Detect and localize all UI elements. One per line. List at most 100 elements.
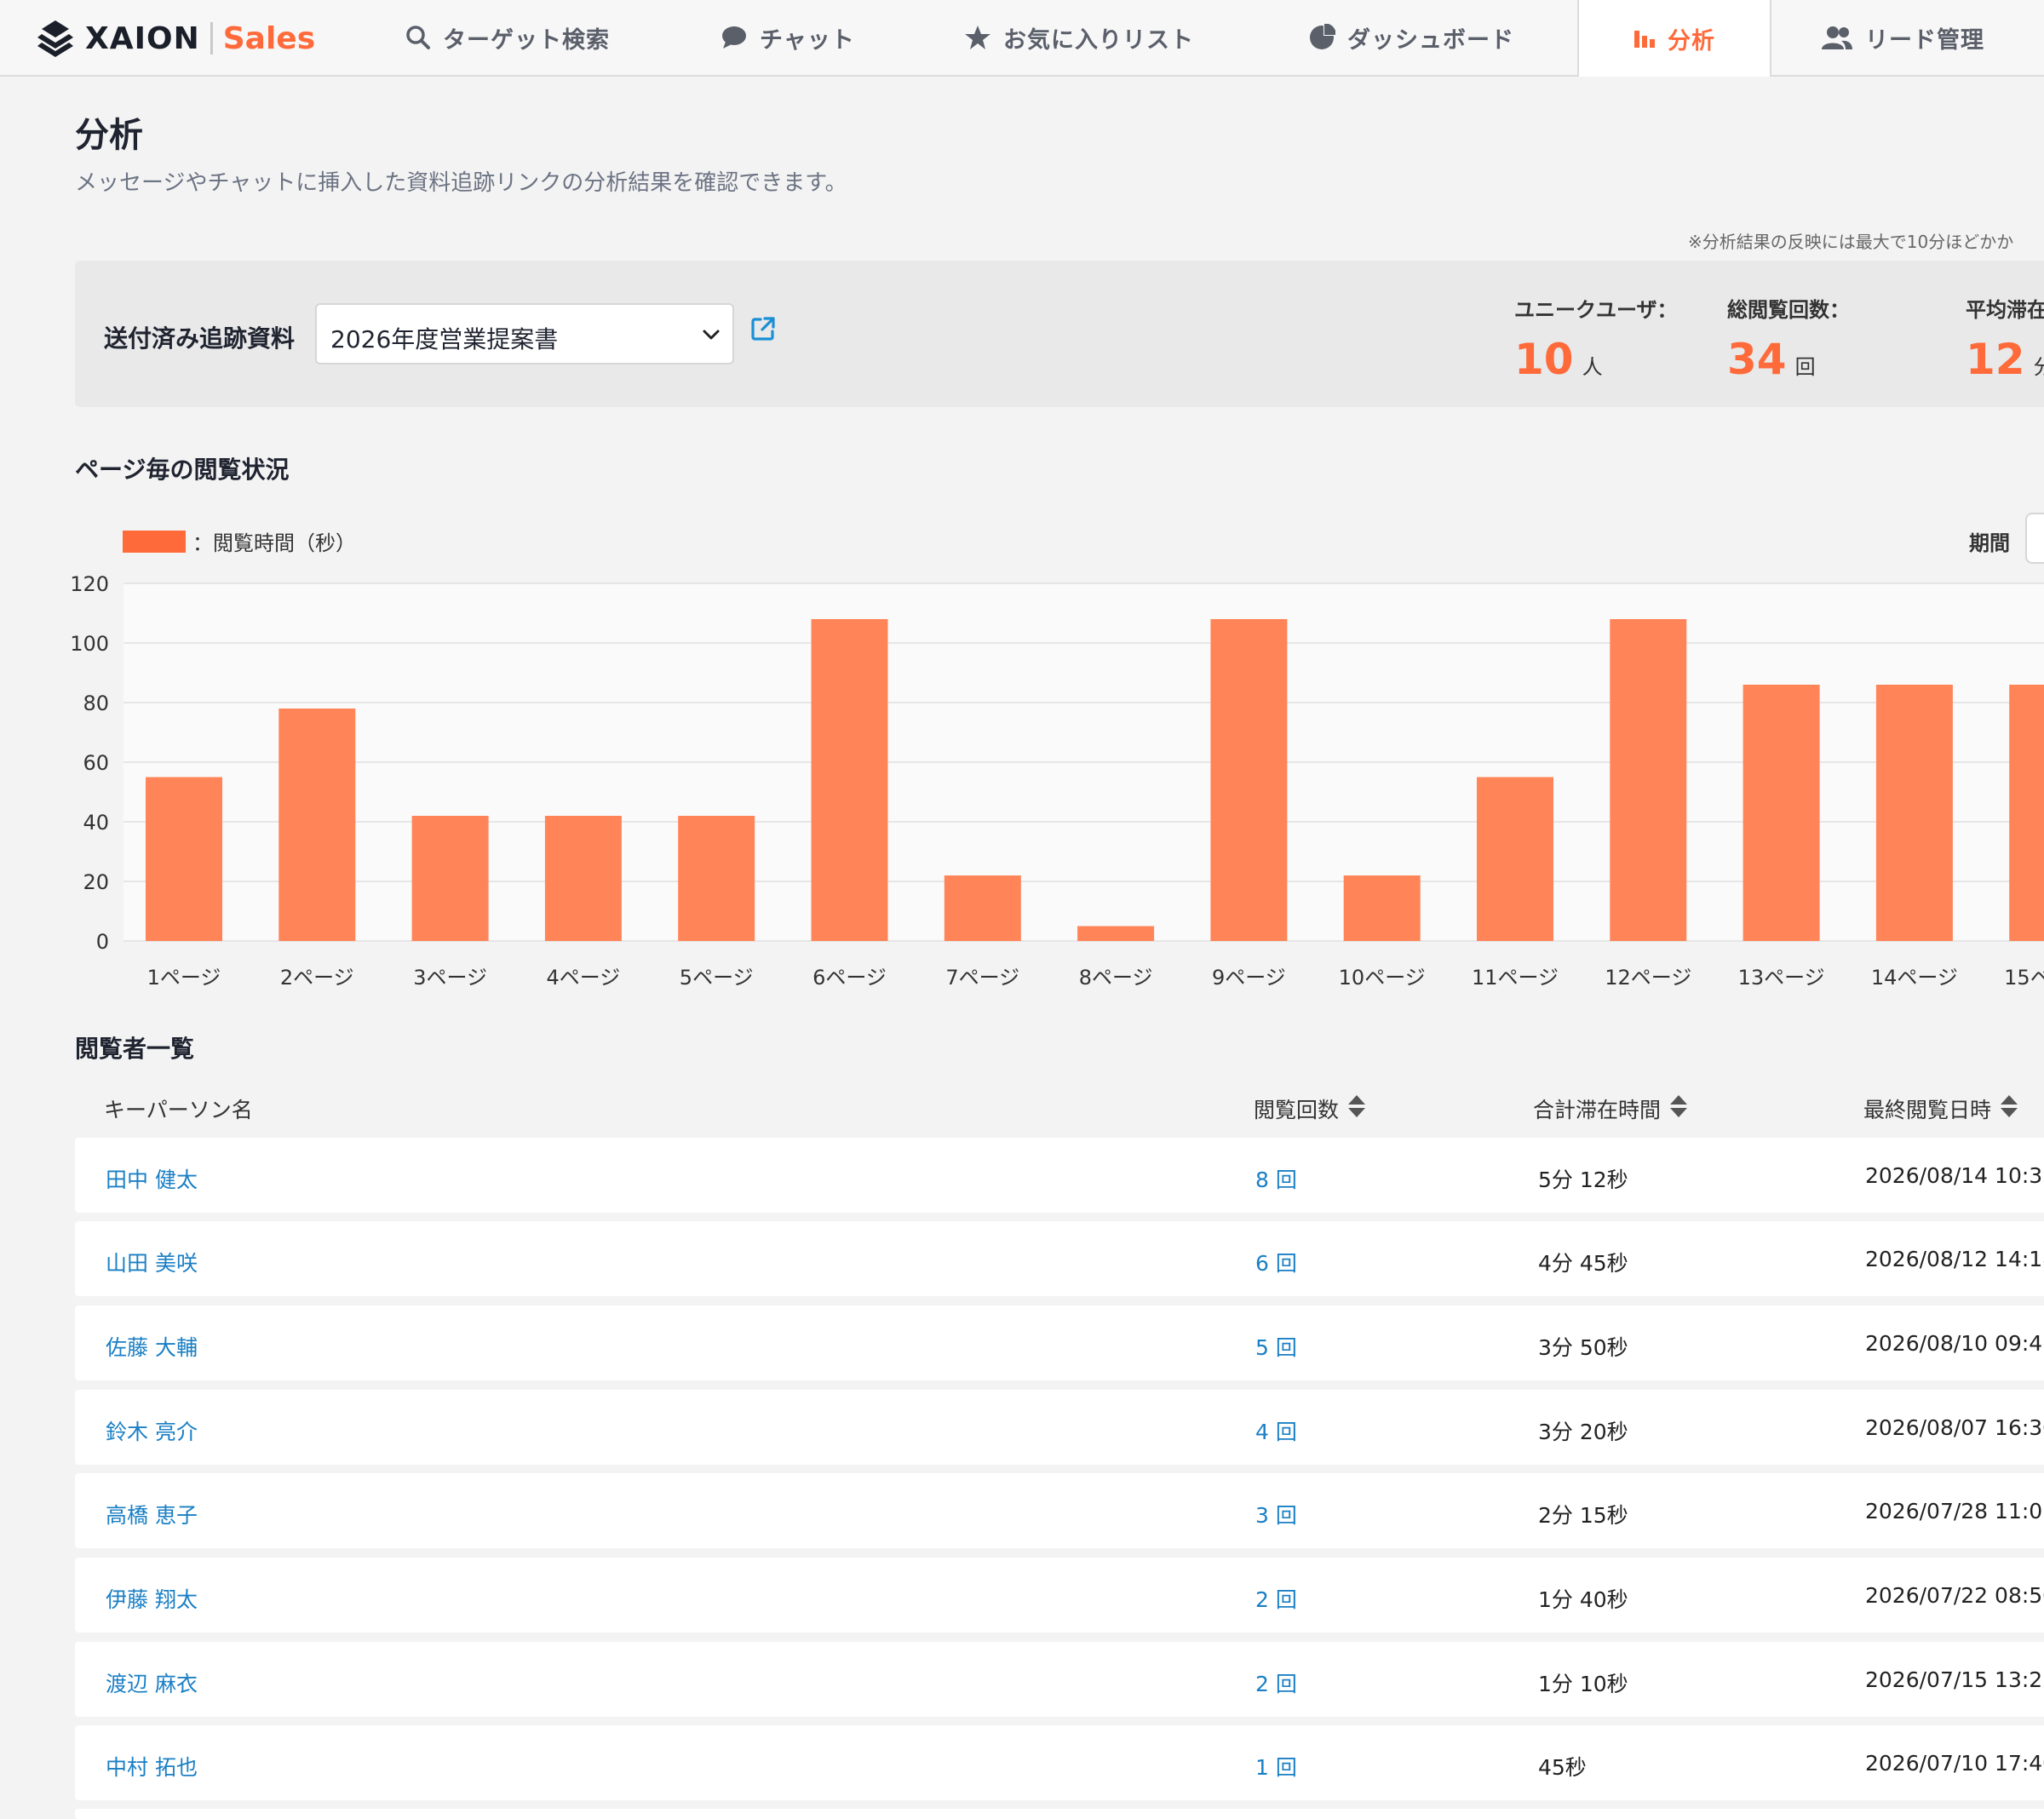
stat-value: 12 xyxy=(1966,335,2025,384)
column-header-label: キーパーソン名 xyxy=(104,1098,253,1122)
view-count-link[interactable]: 2 回 xyxy=(1255,1583,1297,1614)
stat-unit: 人 xyxy=(1582,355,1603,379)
nav-chat[interactable]: チャット xyxy=(721,0,855,75)
stat-value: 34 xyxy=(1727,335,1787,384)
page-view-bar-chart: 0 20 40 60 80 100 120 1ページ 2ページ 3ページ 4ページ 5ページ 6ページ… xyxy=(70,572,2044,990)
bar[interactable] xyxy=(1875,685,1953,941)
nav-label: ダッシュボード xyxy=(1347,26,1514,54)
total-duration: 1分 40秒 xyxy=(1538,1587,1628,1612)
bar[interactable] xyxy=(146,777,222,942)
table-row[interactable]: 鈴木 亮介 4 回 3分 20秒 2026/08/07 16:30 xyxy=(75,1390,2044,1465)
stat-value: 10 xyxy=(1514,335,1574,384)
total-duration: 1分 10秒 xyxy=(1538,1672,1628,1696)
bar[interactable] xyxy=(1743,685,1820,941)
bar[interactable] xyxy=(1077,926,1155,942)
total-duration: 45秒 xyxy=(1538,1755,1587,1780)
sort-icon[interactable] xyxy=(2000,1094,2018,1123)
viewer-name-link[interactable]: 渡辺 麻衣 xyxy=(106,1667,198,1698)
viewers-section-title: 閲覧者一覧 xyxy=(75,1035,195,1063)
viewer-name-link[interactable]: 高橋 恵子 xyxy=(106,1499,198,1529)
x-tick-label: 13ページ xyxy=(1738,966,1825,990)
y-tick-label: 80 xyxy=(83,691,109,715)
chart-legend: ：閲覧時間（秒） xyxy=(123,526,356,556)
bar[interactable] xyxy=(411,816,489,941)
nav-target-search[interactable]: ターゲット検索 xyxy=(405,0,610,75)
viewer-name-link[interactable]: 山田 美咲 xyxy=(106,1247,198,1277)
period-label: 期間 xyxy=(1969,531,2010,555)
sort-icon[interactable] xyxy=(1669,1094,1688,1123)
brand-logo[interactable]: XAION Sales xyxy=(34,17,315,60)
nav-analytics[interactable]: 分析 xyxy=(1577,0,1771,77)
x-tick-label: 14ページ xyxy=(1871,966,1958,990)
bar[interactable] xyxy=(1343,875,1421,941)
page-description: メッセージやチャットに挿入した資料追跡リンクの分析結果を確認できます。 xyxy=(75,170,847,196)
viewer-name-link[interactable]: 佐藤 大輔 xyxy=(106,1331,198,1362)
view-count-link[interactable]: 3 回 xyxy=(1255,1499,1297,1529)
column-header-views[interactable]: 閲覧回数 xyxy=(1254,1093,1366,1124)
tracked-document-select[interactable]: 2026年度営業提案書 xyxy=(315,303,734,364)
legend-swatch xyxy=(123,530,186,553)
stat-label: 平均滞在 xyxy=(1966,298,2044,322)
legend-label: ：閲覧時間（秒） xyxy=(192,531,356,555)
x-tick-label: 6ページ xyxy=(812,966,887,990)
stat-total-views: 総閲覧回数： 34 回 xyxy=(1727,293,1850,381)
view-count-link[interactable]: 8 回 xyxy=(1255,1163,1297,1194)
chat-bubble-icon xyxy=(721,25,748,50)
column-header-label: 閲覧回数 xyxy=(1254,1098,1340,1122)
bar[interactable] xyxy=(1477,777,1553,942)
table-row[interactable]: 高橋 恵子 3 回 2分 15秒 2026/07/28 11:05 xyxy=(75,1473,2044,1548)
viewer-name-link[interactable]: 中村 拓也 xyxy=(106,1751,198,1782)
nav-lead-management[interactable]: リード管理 xyxy=(1821,0,1984,75)
bar[interactable] xyxy=(678,816,755,941)
table-row[interactable]: 伊藤 翔太 2 回 1分 40秒 2026/07/22 08:50 xyxy=(75,1558,2044,1633)
y-tick-label: 0 xyxy=(96,930,109,954)
bar[interactable] xyxy=(1610,619,1687,941)
x-tick-label: 9ページ xyxy=(1212,966,1286,990)
x-tick-label: 8ページ xyxy=(1079,966,1153,990)
x-tick-label: 15ページ xyxy=(2004,966,2044,990)
table-row[interactable]: 中村 拓也 1 回 45秒 2026/07/10 17:40 xyxy=(75,1725,2044,1800)
stat-average-duration: 平均滞在 12 分 xyxy=(1966,293,2044,381)
bar[interactable] xyxy=(811,619,888,941)
x-tick-label: 1ページ xyxy=(147,966,221,990)
table-row[interactable]: 山田 美咲 6 回 4分 45秒 2026/08/12 14:18 xyxy=(75,1221,2044,1296)
viewer-name-link[interactable]: 伊藤 翔太 xyxy=(106,1583,198,1614)
table-row[interactable]: 佐藤 大輔 5 回 3分 50秒 2026/08/10 09:45 xyxy=(75,1305,2044,1380)
total-duration: 2分 15秒 xyxy=(1538,1503,1628,1528)
view-count-link[interactable]: 1 回 xyxy=(1255,1751,1297,1782)
y-tick-label: 60 xyxy=(83,751,109,775)
bar[interactable] xyxy=(2009,685,2044,941)
nav-favorites[interactable]: お気に入りリスト xyxy=(964,0,1194,75)
stat-unit: 分 xyxy=(2033,355,2044,379)
nav-dashboard[interactable]: ダッシュボード xyxy=(1308,0,1514,75)
last-viewed: 2026/08/10 09:45 xyxy=(1865,1331,2044,1356)
bar[interactable] xyxy=(1210,619,1288,941)
nav-label: チャット xyxy=(760,26,855,54)
sort-icon[interactable] xyxy=(1347,1094,1366,1123)
nav-label: 分析 xyxy=(1668,27,1715,55)
tracked-document-value: 2026年度営業提案書 xyxy=(330,325,559,353)
last-viewed: 2026/08/07 16:30 xyxy=(1865,1415,2044,1440)
view-count-link[interactable]: 6 回 xyxy=(1255,1247,1297,1277)
table-row[interactable]: 渡辺 麻衣 2 回 1分 10秒 2026/07/15 13:22 xyxy=(75,1642,2044,1717)
column-header-last-viewed[interactable]: 最終閲覧日時 xyxy=(1863,1093,2018,1124)
y-tick-label: 120 xyxy=(70,572,109,596)
refresh-note: ※分析結果の反映には最大で10分ほどかか xyxy=(1688,232,2014,252)
y-tick-label: 20 xyxy=(83,870,109,894)
column-header-duration[interactable]: 合計滞在時間 xyxy=(1533,1093,1688,1124)
bar[interactable] xyxy=(544,816,622,941)
viewer-name-link[interactable]: 鈴木 亮介 xyxy=(106,1415,198,1446)
view-count-link[interactable]: 4 回 xyxy=(1255,1415,1297,1446)
total-duration: 3分 50秒 xyxy=(1538,1335,1628,1360)
bar[interactable] xyxy=(944,875,1021,941)
table-row[interactable]: 田中 健太 8 回 5分 12秒 2026/08/14 10:32 xyxy=(75,1138,2044,1213)
view-count-link[interactable]: 5 回 xyxy=(1255,1331,1297,1362)
view-count-link[interactable]: 2 回 xyxy=(1255,1667,1297,1698)
stat-label: 総閲覧回数： xyxy=(1727,298,1850,322)
pie-chart-icon xyxy=(1308,24,1335,51)
last-viewed: 2026/07/28 11:05 xyxy=(1865,1499,2044,1523)
bar[interactable] xyxy=(278,709,356,941)
last-viewed: 2026/07/22 08:50 xyxy=(1865,1583,2044,1608)
external-link-icon[interactable] xyxy=(749,315,777,346)
viewer-name-link[interactable]: 田中 健太 xyxy=(106,1163,198,1194)
